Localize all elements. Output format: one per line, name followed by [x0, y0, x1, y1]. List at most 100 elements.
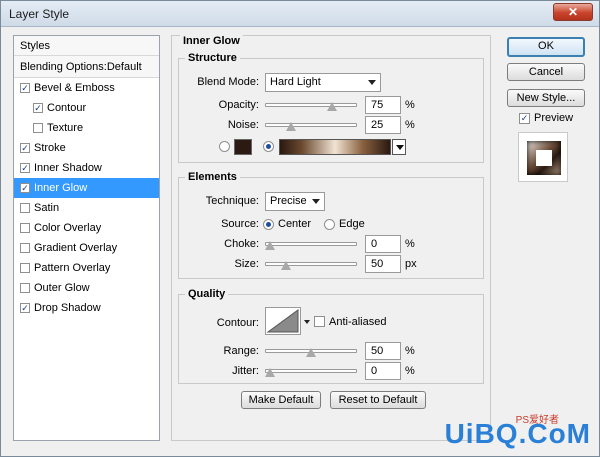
opacity-track	[265, 103, 357, 107]
watermark-logo: UiBQ.CoM	[444, 418, 591, 449]
jitter-slider[interactable]	[265, 366, 357, 377]
choke-input[interactable]: 0	[365, 235, 401, 253]
choke-thumb[interactable]	[265, 241, 275, 250]
source-center-radio[interactable]	[263, 219, 274, 230]
noise-thumb[interactable]	[285, 122, 296, 131]
size-input[interactable]: 50	[365, 255, 401, 273]
style-checkbox[interactable]: ✓	[20, 83, 30, 93]
style-item[interactable]: Color Overlay	[14, 218, 159, 238]
gradient-picker[interactable]	[279, 139, 391, 155]
chevron-down-icon[interactable]	[304, 320, 310, 324]
choke-unit: %	[405, 238, 415, 250]
style-item-label: Color Overlay	[34, 222, 102, 234]
style-item[interactable]: Pattern Overlay	[14, 258, 159, 278]
range-unit: %	[405, 345, 415, 357]
style-item-label: Contour	[47, 102, 87, 114]
new-style-button[interactable]: New Style...	[507, 89, 585, 107]
choke-slider[interactable]	[265, 239, 357, 250]
style-checkbox[interactable]: ✓	[20, 303, 30, 313]
range-thumb[interactable]	[306, 348, 316, 357]
cancel-button[interactable]: Cancel	[507, 63, 585, 81]
range-label: Range:	[223, 345, 259, 357]
style-item[interactable]: ✓ Stroke	[14, 138, 159, 158]
style-item-label: Bevel & Emboss	[34, 82, 115, 94]
window-title: Layer Style	[9, 7, 70, 21]
jitter-unit: %	[405, 365, 415, 377]
preview-checkbox[interactable]: ✓	[519, 113, 530, 124]
structure-group: Structure Blend Mode: Hard Light Opacity…	[178, 52, 484, 163]
gradient-radio[interactable]	[263, 141, 274, 152]
style-item-label: Pattern Overlay	[34, 262, 111, 274]
style-item-label: Outer Glow	[34, 282, 90, 294]
noise-slider[interactable]	[265, 120, 357, 131]
jitter-label: Jitter:	[232, 365, 259, 377]
jitter-input[interactable]: 0	[365, 362, 401, 380]
style-checkbox[interactable]	[20, 263, 30, 273]
inner-glow-title: Inner Glow	[180, 35, 243, 47]
glow-color-swatch[interactable]	[234, 139, 252, 155]
reset-default-button[interactable]: Reset to Default	[330, 391, 426, 409]
source-edge-label: Edge	[339, 218, 365, 230]
style-checkbox[interactable]: ✓	[20, 163, 30, 173]
style-item[interactable]: ✓ Inner Glow	[14, 178, 159, 198]
style-item[interactable]: ✓ Inner Shadow	[14, 158, 159, 178]
blending-options-item[interactable]: Blending Options:Default	[14, 56, 159, 78]
anti-aliased-label: Anti-aliased	[329, 316, 387, 328]
opacity-thumb[interactable]	[326, 102, 337, 111]
choke-track	[265, 242, 357, 246]
styles-header[interactable]: Styles	[14, 36, 159, 56]
style-checkbox[interactable]	[20, 203, 30, 213]
source-center-label: Center	[278, 218, 312, 230]
size-slider[interactable]	[265, 259, 357, 270]
style-item[interactable]: Texture	[14, 118, 159, 138]
chevron-down-icon	[312, 199, 320, 204]
gradient-dropdown-arrow[interactable]	[392, 139, 406, 155]
style-item[interactable]: ✓ Drop Shadow	[14, 298, 159, 318]
style-item[interactable]: Satin	[14, 198, 159, 218]
anti-aliased-checkbox[interactable]	[314, 316, 325, 327]
range-slider[interactable]	[265, 346, 357, 357]
style-item-label: Stroke	[34, 142, 66, 154]
opacity-slider[interactable]	[265, 100, 357, 111]
layer-style-dialog: Layer Style ✕ Styles Blending Options:De…	[0, 0, 600, 457]
noise-input[interactable]: 25	[365, 116, 401, 134]
opacity-label: Opacity:	[218, 99, 259, 111]
style-checkbox[interactable]: ✓	[33, 103, 43, 113]
style-checkbox[interactable]	[20, 283, 30, 293]
title-bar[interactable]: Layer Style ✕	[1, 1, 599, 27]
style-checkbox[interactable]: ✓	[20, 143, 30, 153]
technique-label: Technique:	[205, 195, 259, 207]
style-item-label: Satin	[34, 202, 60, 214]
color-radio[interactable]	[219, 141, 230, 152]
ok-button[interactable]: OK	[507, 37, 585, 57]
blend-mode-dropdown[interactable]: Hard Light	[265, 73, 381, 92]
style-item[interactable]: ✓ Bevel & Emboss	[14, 78, 159, 98]
jitter-track	[265, 369, 357, 373]
range-input[interactable]: 50	[365, 342, 401, 360]
style-item[interactable]: Gradient Overlay	[14, 238, 159, 258]
elements-group: Elements Technique: Precise Source: Cent…	[178, 171, 484, 279]
style-checkbox[interactable]	[33, 123, 43, 133]
technique-dropdown[interactable]: Precise	[265, 192, 325, 211]
make-default-button[interactable]: Make Default	[241, 391, 321, 409]
contour-picker[interactable]	[265, 307, 301, 335]
style-item[interactable]: ✓ Contour	[14, 98, 159, 118]
source-edge-radio[interactable]	[324, 219, 335, 230]
inner-glow-panel: Inner Glow Structure Blend Mode: Hard Li…	[171, 35, 491, 441]
noise-track	[265, 123, 357, 127]
opacity-input[interactable]: 75	[365, 96, 401, 114]
blend-mode-label: Blend Mode:	[197, 76, 259, 88]
style-item[interactable]: Outer Glow	[14, 278, 159, 298]
style-checkbox[interactable]: ✓	[20, 183, 30, 193]
style-checkbox[interactable]	[20, 243, 30, 253]
size-unit: px	[405, 258, 417, 270]
style-item-label: Drop Shadow	[34, 302, 101, 314]
noise-unit: %	[405, 119, 415, 131]
jitter-thumb[interactable]	[265, 368, 275, 377]
styles-list: Styles Blending Options:Default ✓ Bevel &…	[13, 35, 160, 441]
style-checkbox[interactable]	[20, 223, 30, 233]
size-thumb[interactable]	[281, 261, 292, 270]
preview-swatch	[527, 141, 561, 175]
chevron-down-icon	[368, 80, 376, 85]
close-button[interactable]: ✕	[553, 3, 593, 21]
